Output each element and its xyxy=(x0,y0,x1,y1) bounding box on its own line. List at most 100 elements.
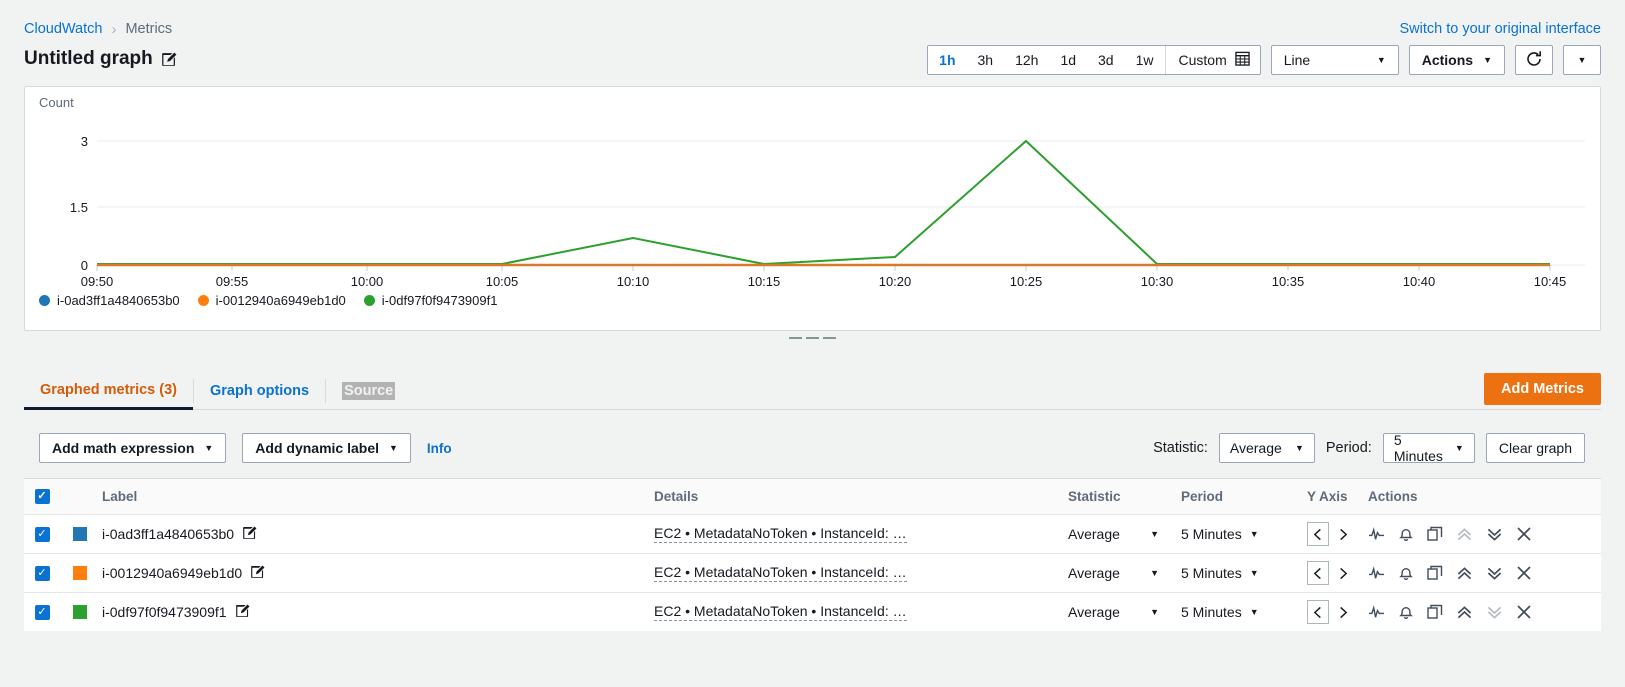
add-math-expression-button[interactable]: Add math expression ▼ xyxy=(39,433,227,463)
remove-icon[interactable] xyxy=(1516,604,1532,620)
duplicate-icon[interactable] xyxy=(1427,526,1443,542)
time-range-1w[interactable]: 1w xyxy=(1124,46,1165,74)
duplicate-icon[interactable] xyxy=(1427,604,1443,620)
time-range-3h[interactable]: 3h xyxy=(966,46,1005,74)
row-statistic-select[interactable]: Average ▼ xyxy=(1068,604,1181,620)
yaxis-left-button[interactable] xyxy=(1307,600,1329,624)
edit-pencil-icon[interactable] xyxy=(243,526,257,543)
legend-item[interactable]: i-0012940a6949eb1d0 xyxy=(197,293,346,308)
statistic-select[interactable]: Average ▼ xyxy=(1218,433,1315,463)
row-checkbox[interactable]: ✓ xyxy=(34,565,50,581)
series-color-swatch[interactable] xyxy=(73,605,87,619)
svg-text:0: 0 xyxy=(81,258,88,273)
move-up-icon[interactable] xyxy=(1456,566,1473,581)
move-down-icon[interactable] xyxy=(1486,527,1503,542)
graph-controls: 1h 3h 12h 1d 3d 1w Custom Line ▼ Actions… xyxy=(927,45,1601,75)
panel-resize-handle[interactable] xyxy=(0,337,1625,339)
row-yaxis-toggle xyxy=(1307,561,1366,585)
chevron-down-icon: ▼ xyxy=(1150,528,1159,539)
chevron-down-icon: ▼ xyxy=(1249,606,1259,617)
refresh-settings-button[interactable]: ▼ xyxy=(1563,45,1601,75)
page-title: Untitled graph xyxy=(24,48,177,70)
yaxis-left-button[interactable] xyxy=(1307,522,1329,546)
yaxis-left-button[interactable] xyxy=(1307,561,1329,585)
row-checkbox[interactable]: ✓ xyxy=(34,526,50,542)
alarm-bell-icon[interactable] xyxy=(1398,565,1414,581)
edit-pencil-icon[interactable] xyxy=(235,604,250,621)
metric-toolbar: Add math expression ▼ Add dynamic label … xyxy=(24,426,1601,470)
time-range-3d[interactable]: 3d xyxy=(1087,46,1125,74)
time-range-1h[interactable]: 1h xyxy=(928,46,967,74)
remove-icon[interactable] xyxy=(1516,565,1532,581)
breadcrumb-separator-icon: › xyxy=(111,20,117,38)
period-select[interactable]: 5 Minutes ▼ xyxy=(1382,432,1475,464)
yaxis-right-button[interactable] xyxy=(1331,561,1353,585)
series-color-swatch[interactable] xyxy=(73,566,87,580)
breadcrumb-metrics[interactable]: Metrics xyxy=(125,21,172,37)
edit-pencil-icon[interactable] xyxy=(251,565,265,582)
metric-label: i-0ad3ff1a4840653b0 xyxy=(102,526,235,542)
time-range-12h[interactable]: 12h xyxy=(1004,46,1050,74)
add-dynamic-label-button[interactable]: Add dynamic label ▼ xyxy=(242,433,411,463)
svg-text:10:35: 10:35 xyxy=(1272,274,1305,289)
move-down-icon[interactable] xyxy=(1486,605,1503,620)
select-all-checkbox[interactable]: ✓ xyxy=(34,489,50,504)
tab-source[interactable]: Source xyxy=(326,372,411,410)
row-period-select[interactable]: 5 Minutes ▼ xyxy=(1181,604,1307,620)
edit-pencil-icon[interactable] xyxy=(161,52,177,67)
waveform-icon[interactable] xyxy=(1368,565,1385,581)
time-range-selector: 1h 3h 12h 1d 3d 1w Custom xyxy=(927,45,1261,75)
refresh-button[interactable] xyxy=(1515,45,1553,75)
chevron-down-icon: ▼ xyxy=(204,442,214,453)
table-row: ✓ i-0df97f0f9473909f1 EC2 • MetadataNoTo… xyxy=(24,592,1601,631)
series-color-swatch[interactable] xyxy=(73,527,87,541)
move-up-icon[interactable] xyxy=(1456,605,1473,620)
breadcrumb-cloudwatch[interactable]: CloudWatch xyxy=(24,21,102,37)
metric-details[interactable]: EC2 • MetadataNoToken • InstanceId: … xyxy=(654,525,907,543)
column-header-label: Label xyxy=(102,489,138,504)
waveform-icon[interactable] xyxy=(1368,526,1385,542)
add-metrics-button[interactable]: Add Metrics xyxy=(1484,373,1601,405)
tab-graphed-metrics[interactable]: Graphed metrics (3) xyxy=(24,372,193,410)
row-actions xyxy=(1366,526,1601,542)
period-value: 5 Minutes xyxy=(1393,432,1443,464)
move-up-icon[interactable] xyxy=(1456,527,1473,542)
yaxis-right-button[interactable] xyxy=(1331,600,1353,624)
tab-graph-options[interactable]: Graph options xyxy=(194,372,325,410)
metric-details[interactable]: EC2 • MetadataNoToken • InstanceId: … xyxy=(654,603,907,621)
alarm-bell-icon[interactable] xyxy=(1398,526,1414,542)
chevron-down-icon: ▼ xyxy=(1577,54,1587,65)
chevron-down-icon: ▼ xyxy=(1376,54,1386,65)
duplicate-icon[interactable] xyxy=(1427,565,1443,581)
row-period-select[interactable]: 5 Minutes ▼ xyxy=(1181,565,1307,581)
row-statistic-select[interactable]: Average ▼ xyxy=(1068,526,1181,542)
row-label-cell: i-0df97f0f9473909f1 xyxy=(100,604,654,621)
row-period-value: 5 Minutes xyxy=(1181,565,1242,581)
move-down-icon[interactable] xyxy=(1486,566,1503,581)
clear-graph-button[interactable]: Clear graph xyxy=(1485,433,1585,463)
switch-interface-link[interactable]: Switch to your original interface xyxy=(1400,21,1602,37)
info-link[interactable]: Info xyxy=(427,441,452,456)
row-period-value: 5 Minutes xyxy=(1181,526,1242,542)
chevron-down-icon: ▼ xyxy=(1150,567,1159,578)
actions-button[interactable]: Actions ▼ xyxy=(1408,45,1505,75)
metric-details[interactable]: EC2 • MetadataNoToken • InstanceId: … xyxy=(654,564,907,582)
row-checkbox[interactable]: ✓ xyxy=(34,604,50,620)
remove-icon[interactable] xyxy=(1516,526,1532,542)
time-range-1d[interactable]: 1d xyxy=(1049,46,1088,74)
waveform-icon[interactable] xyxy=(1368,604,1385,620)
chart-type-select[interactable]: Line ▼ xyxy=(1270,45,1399,75)
legend-item[interactable]: i-0df97f0f9473909f1 xyxy=(363,293,497,308)
graph-panel: Count 3 1.5 0 09:50 09:55 10:00 10:05 10… xyxy=(24,86,1601,331)
row-period-select[interactable]: 5 Minutes ▼ xyxy=(1181,526,1307,542)
alarm-bell-icon[interactable] xyxy=(1398,604,1414,620)
svg-text:10:15: 10:15 xyxy=(748,274,781,289)
table-row: ✓ i-0ad3ff1a4840653b0 EC2 • MetadataNoTo… xyxy=(24,514,1601,553)
legend-item[interactable]: i-0ad3ff1a4840653b0 xyxy=(39,293,180,308)
time-range-custom[interactable]: Custom xyxy=(1164,46,1260,74)
row-statistic-select[interactable]: Average ▼ xyxy=(1068,565,1181,581)
table-row: ✓ i-0012940a6949eb1d0 EC2 • MetadataNoTo… xyxy=(24,553,1601,592)
yaxis-right-button[interactable] xyxy=(1331,522,1353,546)
statistic-label: Statistic: xyxy=(1153,440,1208,456)
period-label: Period: xyxy=(1325,440,1372,456)
